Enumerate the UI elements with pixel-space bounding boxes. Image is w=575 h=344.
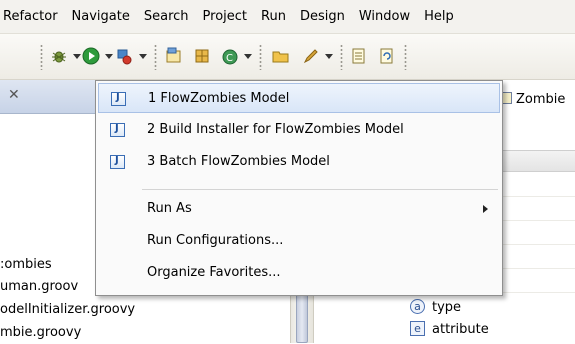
debug-icon[interactable] (50, 47, 68, 65)
menu-refactor[interactable]: Refactor (0, 0, 65, 34)
tree-item[interactable]: :ombies (0, 254, 52, 276)
new-class-icon[interactable] (193, 47, 211, 65)
menu-item-label: Run As (147, 201, 192, 216)
java-launch-icon: J (110, 155, 125, 169)
pen-icon[interactable] (302, 47, 320, 65)
menu-item-label: 3 Batch FlowZombies Model (147, 154, 330, 169)
menu-window[interactable]: Window (352, 0, 417, 34)
menu-run[interactable]: Run (254, 0, 293, 34)
pen-dropdown-arrow[interactable] (325, 54, 333, 59)
toolbar-separator (259, 44, 262, 70)
menu-project[interactable]: Project (196, 0, 254, 34)
attribute-row[interactable]: a type (410, 298, 461, 318)
debug-dropdown-arrow[interactable] (73, 54, 81, 59)
svg-text:C: C (226, 53, 233, 64)
tree-item[interactable]: mbie.groovy (0, 322, 81, 344)
new-type-icon[interactable] (165, 47, 183, 65)
outline-icon[interactable] (350, 47, 368, 65)
attribute-label: type (432, 300, 462, 315)
menu-item-label: 1 FlowZombies Model (148, 91, 290, 106)
open-folder-icon[interactable] (272, 47, 290, 65)
menu-help[interactable]: Help (417, 0, 461, 34)
java-launch-icon: J (111, 92, 126, 106)
attribute-row[interactable]: e attribute (410, 320, 489, 340)
menu-design[interactable]: Design (293, 0, 352, 34)
editor-tab-label: Zombie (516, 92, 566, 107)
run-icon[interactable] (82, 47, 100, 65)
menu-separator (142, 189, 498, 190)
menu-navigate[interactable]: Navigate (65, 0, 137, 34)
organize-favorites-menu-item[interactable]: Organize Favorites... (98, 258, 500, 288)
menu-bar: Refactor Navigate Search Project Run Des… (0, 0, 575, 34)
editor-tab-zombie[interactable]: Zombie (500, 86, 565, 114)
favorite-item-build-installer[interactable]: J 2 Build Installer for FlowZombies Mode… (98, 115, 500, 145)
run-as-menu-item[interactable]: Run As (98, 194, 500, 224)
element-type-icon: e (410, 321, 425, 336)
toolbar-separator (154, 44, 157, 70)
attribute-type-icon: a (410, 299, 425, 314)
refresh-icon[interactable] (378, 47, 396, 65)
tree-item[interactable]: uman.groov (0, 276, 78, 298)
favorite-item-batch-model[interactable]: J 3 Batch FlowZombies Model (98, 147, 500, 177)
toolbar-separator (404, 44, 407, 70)
new-generic-icon[interactable]: C (221, 47, 239, 65)
toolbar-separator (40, 44, 43, 70)
run-configurations-menu-item[interactable]: Run Configurations... (98, 226, 500, 256)
attribute-label: attribute (432, 322, 489, 337)
java-launch-icon: J (110, 123, 125, 137)
menu-item-label: 2 Build Installer for FlowZombies Model (147, 122, 404, 137)
submenu-arrow-icon (483, 205, 488, 213)
toolbar-separator (340, 44, 343, 70)
external-tools-dropdown-arrow[interactable] (139, 54, 147, 59)
toolbar: C (0, 34, 575, 80)
tree-item[interactable]: odelInitializer.groovy (0, 299, 135, 321)
menu-item-label: Run Configurations... (147, 233, 284, 248)
menu-search[interactable]: Search (137, 0, 196, 34)
external-tools-icon[interactable] (116, 47, 134, 65)
run-dropdown-arrow[interactable] (105, 54, 113, 59)
run-dropdown-menu: J 1 FlowZombies Model J 2 Build Installe… (95, 80, 503, 296)
favorite-item-flowzombies-model[interactable]: J 1 FlowZombies Model (98, 83, 500, 113)
package-explorer-tab[interactable]: ✕ (0, 80, 110, 114)
close-view-icon[interactable]: ✕ (8, 87, 20, 103)
new-generic-dropdown-arrow[interactable] (244, 54, 252, 59)
menu-item-label: Organize Favorites... (147, 265, 281, 280)
